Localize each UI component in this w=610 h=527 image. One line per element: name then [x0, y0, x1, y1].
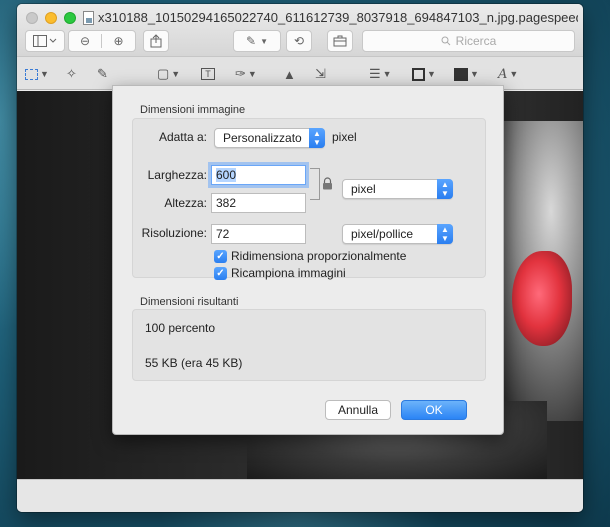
width-field[interactable]: 600 — [211, 165, 306, 185]
minimize-window-button[interactable] — [45, 12, 57, 24]
adjust-color-tool[interactable]: ▲ — [283, 65, 296, 83]
text-box-icon: T — [201, 68, 215, 80]
constrain-bracket — [310, 168, 320, 200]
percent-text: 100 percento — [145, 321, 216, 335]
search-input[interactable]: Ricerca — [362, 30, 575, 52]
selection-tool[interactable]: ▼ — [25, 65, 49, 83]
size-unit-value: pixel — [351, 182, 376, 196]
shapes-tool[interactable]: ▢ ▼ — [157, 65, 180, 83]
fit-unit-label: pixel — [332, 130, 357, 144]
resample-image-label: Ricampiona immagini — [231, 266, 346, 280]
fit-label: Adatta a: — [158, 130, 207, 144]
sidebar-icon — [33, 35, 57, 47]
resolution-field[interactable]: 72 — [211, 224, 306, 244]
adjust-size-dialog: Dimensioni immagine Adatta a: Personaliz… — [112, 85, 504, 435]
resolution-unit-value: pixel/pollice — [351, 227, 414, 241]
resolution-label: Risoluzione: — [141, 226, 207, 240]
text-style-icon: A — [498, 66, 508, 82]
rect-selection-icon — [25, 68, 38, 80]
ok-button[interactable]: OK — [401, 400, 467, 420]
zoom-buttons: ⊖ ⊕ — [68, 30, 136, 52]
signature-tool[interactable]: ✑ ▼ — [235, 65, 257, 83]
scale-proportionally-label: Ridimensiona proporzionalmente — [231, 249, 407, 263]
adjust-color-icon: ▲ — [283, 66, 296, 82]
chevron-down-icon: ▼ — [260, 36, 268, 46]
fill-color-icon — [454, 67, 468, 81]
photo-ear — [512, 251, 572, 346]
chevron-down-icon: ▼ — [247, 69, 257, 79]
search-icon — [441, 36, 451, 46]
fill-color-tool[interactable]: ▼ — [454, 65, 479, 83]
zoom-out-icon[interactable]: ⊖ — [69, 34, 103, 48]
popup-arrows-icon: ▲ ▼ — [437, 179, 453, 199]
toolbox-icon — [333, 35, 347, 47]
height-value: 382 — [216, 196, 237, 210]
pen-icon: ✎ — [246, 34, 257, 48]
size-unit-popup[interactable]: pixel ▲ ▼ — [342, 179, 453, 199]
sidebar-view-button[interactable] — [25, 30, 65, 52]
height-field[interactable]: 382 — [211, 193, 306, 213]
zoom-in-icon[interactable]: ⊕ — [102, 34, 135, 48]
fit-into-popup[interactable]: Personalizzato ▲ ▼ — [214, 128, 325, 148]
result-section-title: Dimensioni risultanti — [140, 296, 239, 308]
rotate-button[interactable]: ⟲ — [286, 30, 312, 52]
fit-into-value: Personalizzato — [223, 131, 302, 145]
signature-icon: ✑ — [235, 66, 246, 81]
line-style-icon: ☰ — [369, 66, 381, 81]
magic-wand-icon: ✧ — [66, 66, 77, 81]
rotate-icon: ⟲ — [293, 34, 305, 48]
document-icon — [83, 11, 94, 25]
scale-proportionally-checkbox[interactable]: ✓ Ridimensiona proporzionalmente — [214, 249, 406, 263]
instant-alpha-tool[interactable]: ✧ — [66, 65, 77, 83]
cancel-button[interactable]: Annulla — [325, 400, 391, 420]
popup-arrows-icon: ▲ ▼ — [309, 128, 325, 148]
result-group — [132, 309, 486, 381]
sketch-tool[interactable]: ✎ — [97, 65, 108, 83]
popup-arrows-icon: ▲ ▼ — [437, 224, 453, 244]
resolution-unit-popup[interactable]: pixel/pollice ▲ ▼ — [342, 224, 453, 244]
chevron-down-icon: ▼ — [470, 69, 479, 79]
border-color-tool[interactable]: ▼ — [412, 65, 436, 83]
resolution-value: 72 — [216, 227, 230, 241]
title-bar: x310188_10150294165022740_611612739_8037… — [17, 4, 583, 56]
checkmark-icon: ✓ — [214, 266, 227, 280]
text-tool[interactable]: T — [201, 65, 215, 83]
filesize-text: 55 KB (era 45 KB) — [145, 356, 243, 370]
maximize-window-button[interactable] — [64, 12, 76, 24]
share-icon — [150, 34, 162, 48]
shapes-icon: ▢ — [157, 66, 170, 81]
share-button[interactable] — [143, 30, 169, 52]
line-style-tool[interactable]: ☰ ▼ — [369, 65, 392, 83]
preview-window: x310188_10150294165022740_611612739_8037… — [17, 4, 583, 512]
chevron-down-icon: ▼ — [382, 69, 392, 79]
checkmark-icon: ✓ — [214, 249, 227, 263]
bottom-bar — [17, 479, 583, 512]
window-title: x310188_10150294165022740_611612739_8037… — [98, 10, 578, 25]
brush-icon: ✎ — [97, 66, 108, 81]
chevron-down-icon: ▼ — [427, 69, 436, 79]
width-label: Larghezza: — [147, 168, 207, 182]
border-color-icon — [412, 67, 425, 81]
width-value: 600 — [216, 168, 237, 182]
close-window-button[interactable] — [26, 12, 38, 24]
search-placeholder: Ricerca — [455, 34, 497, 48]
resample-image-checkbox[interactable]: ✓ Ricampiona immagini — [214, 266, 346, 280]
adjust-size-tool[interactable]: ⇲ — [315, 65, 326, 83]
toolbox-button[interactable] — [327, 30, 353, 52]
text-style-tool[interactable]: A ▼ — [498, 65, 518, 83]
image-size-section-title: Dimensioni immagine — [140, 104, 246, 116]
chevron-down-icon: ▼ — [509, 69, 519, 79]
markup-toolbar-button[interactable]: ✎ ▼ — [233, 30, 281, 52]
height-label: Altezza: — [164, 196, 207, 210]
lock-icon[interactable] — [322, 177, 333, 190]
resize-icon: ⇲ — [315, 66, 326, 81]
chevron-down-icon: ▼ — [171, 69, 181, 79]
chevron-down-icon: ▼ — [40, 69, 49, 79]
